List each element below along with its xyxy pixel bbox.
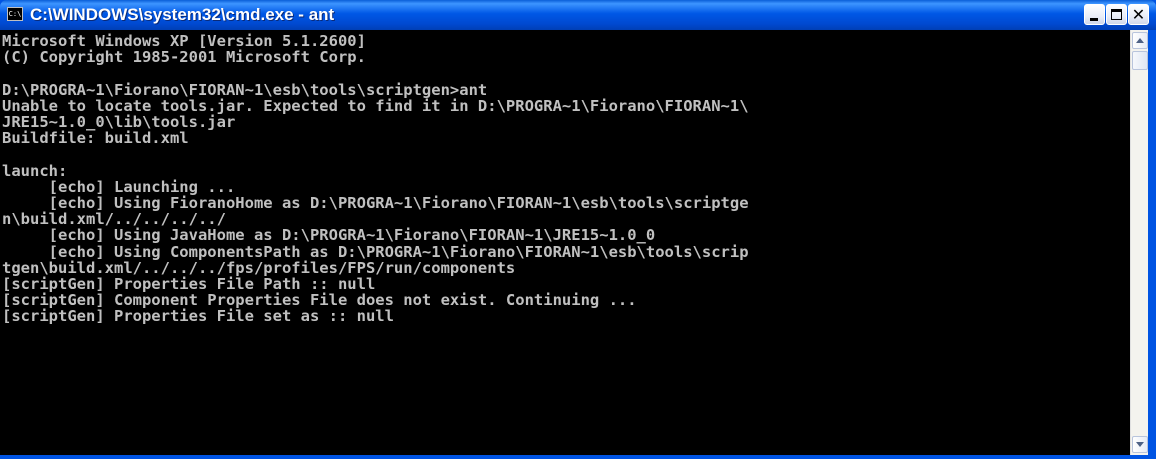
console-line: (C) Copyright 1985-2001 Microsoft Corp. [2, 48, 366, 67]
cmd-icon[interactable]: C:\ [7, 7, 23, 21]
console-line: [scriptGen] Properties File set as :: nu… [2, 307, 394, 326]
window-title: C:\WINDOWS\system32\cmd.exe - ant [30, 5, 335, 24]
console-output[interactable]: Microsoft Windows XP [Version 5.1.2600] … [0, 30, 1130, 455]
scroll-down-button[interactable] [1132, 436, 1148, 453]
close-button[interactable]: ✕ [1128, 4, 1149, 25]
close-icon: ✕ [1131, 5, 1146, 24]
maximize-icon [1111, 9, 1122, 20]
console-line: Buildfile: build.xml [2, 129, 189, 148]
arrow-up-icon [1136, 38, 1144, 43]
title-bar[interactable]: C:\ C:\WINDOWS\system32\cmd.exe - ant ✕ [0, 0, 1156, 30]
minimize-icon [1090, 18, 1098, 21]
minimize-button[interactable] [1084, 4, 1105, 25]
scroll-up-button[interactable] [1132, 32, 1148, 49]
console-text: Microsoft Windows XP [Version 5.1.2600] … [0, 30, 1130, 325]
scroll-thumb[interactable] [1132, 51, 1148, 70]
arrow-down-icon [1136, 442, 1144, 447]
maximize-button[interactable] [1106, 4, 1127, 25]
vertical-scrollbar[interactable] [1130, 30, 1148, 455]
